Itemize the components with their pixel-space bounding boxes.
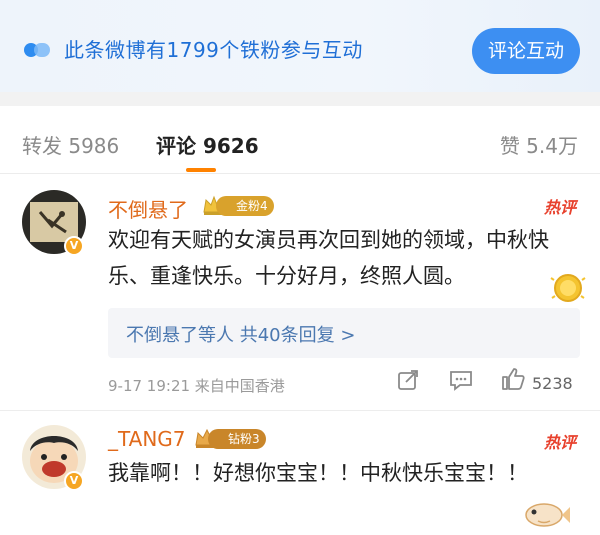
verified-badge-icon: V bbox=[64, 236, 84, 256]
hot-comment-label: 热评 bbox=[543, 433, 576, 452]
fan-badge: 金粉4 bbox=[216, 196, 274, 216]
tab-comments[interactable]: 评论 9626 bbox=[156, 130, 259, 159]
like-count: 5238 bbox=[532, 374, 573, 393]
tab-bar: 转发 5986 评论 9626 赞 5.4万 bbox=[0, 106, 600, 174]
comment-item: V 不倒悬了 金粉4 热评 欢迎有天赋的女演员再次回到她的领域，中秋快乐、重逢快… bbox=[0, 174, 600, 410]
comment-interact-button[interactable]: 评论互动 bbox=[472, 28, 580, 74]
comment-item: V _TANG7 钻粉3 热评 我靠啊！！好想你宝宝！！中秋快乐宝宝！！ bbox=[0, 410, 600, 535]
tab-repost[interactable]: 转发 5986 bbox=[22, 130, 119, 159]
iron-fans-banner: 此条微博有1799个铁粉参与互动 评论互动 bbox=[0, 0, 600, 92]
share-icon[interactable] bbox=[396, 368, 420, 392]
medal-icon bbox=[550, 274, 586, 302]
comment-text: 我靠啊！！好想你宝宝！！中秋快乐宝宝！！ bbox=[108, 461, 528, 485]
banner-text: 此条微博有1799个铁粉参与互动 bbox=[64, 38, 363, 62]
like-icon[interactable] bbox=[500, 366, 526, 392]
comment-username[interactable]: 不倒悬了 bbox=[108, 194, 188, 223]
comment-text: 欢迎有天赋的女演员再次回到她的领域，中秋快乐、重逢快乐。十分好月，终照人圆。 bbox=[108, 228, 549, 288]
section-divider bbox=[0, 92, 600, 106]
comment-icon[interactable] bbox=[448, 368, 474, 392]
fish-sticker-icon bbox=[525, 503, 570, 527]
hot-comment-label: 热评 bbox=[543, 198, 576, 217]
fan-badge: 钻粉3 bbox=[208, 429, 266, 449]
replies-summary[interactable]: 不倒悬了等人 共40条回复 > bbox=[108, 308, 580, 358]
active-tab-indicator bbox=[186, 168, 216, 172]
comment-meta: 9-17 19:21 来自中国香港 bbox=[108, 377, 285, 395]
tab-likes[interactable]: 赞 5.4万 bbox=[500, 130, 578, 159]
comment-username[interactable]: _TANG7 bbox=[108, 427, 186, 451]
replies-link[interactable]: 不倒悬了等人 共40条回复 > bbox=[126, 321, 355, 347]
interaction-icon bbox=[24, 43, 50, 57]
verified-badge-icon: V bbox=[64, 471, 84, 491]
